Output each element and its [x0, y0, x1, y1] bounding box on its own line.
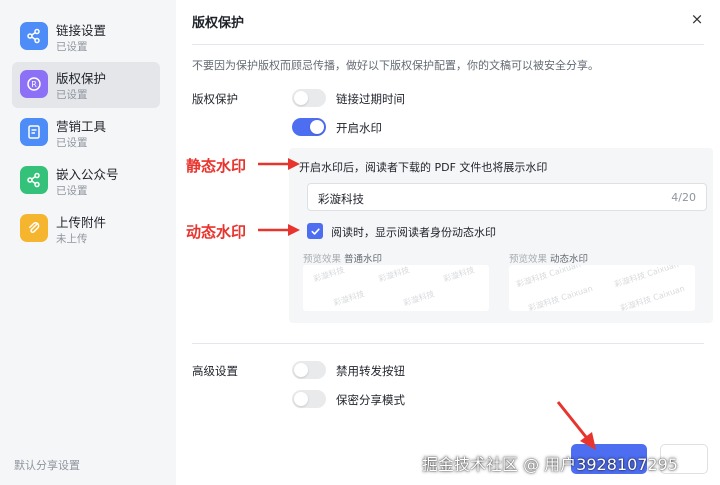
preview-ghost-text: 彩漩科技 Caixuan — [515, 265, 582, 290]
dynamic-watermark-checkbox[interactable] — [307, 223, 323, 239]
sidebar-item-status: 已设置 — [56, 185, 88, 197]
sidebar-item-status: 未上传 — [56, 233, 88, 245]
share-icon — [20, 22, 48, 50]
divider — [192, 343, 704, 344]
dynamic-watermark-annotation: 动态水印 — [186, 223, 247, 241]
watermark-toggle[interactable] — [292, 118, 326, 136]
preview-dynamic-label: 动态水印 — [550, 254, 589, 265]
static-watermark-annotation: 静态水印 — [186, 157, 247, 175]
sidebar-item-label: 上传附件 — [56, 215, 107, 230]
close-icon[interactable]: × — [688, 10, 706, 28]
description: 不要因为保护版权而顾忌传播，做好以下版权保护配置，你的文稿可以被安全分享。 — [192, 59, 599, 72]
sidebar-item-label: 营销工具 — [56, 119, 107, 134]
preview-prefix: 预览效果 — [509, 254, 548, 265]
share-settings-dialog: 链接设置 已设置 R 版权保护 已设置 营销工具 已设置 嵌入公众号 已设置 上… — [0, 0, 720, 485]
watermark-input-value: 彩漩科技 — [318, 192, 364, 206]
default-share-settings-link[interactable]: 默认分享设置 — [14, 457, 80, 473]
main-panel: 版权保护 × 不要因为保护版权而顾忌传播，做好以下版权保护配置，你的文稿可以被安… — [176, 0, 720, 485]
sidebar-item-attachments[interactable]: 上传附件 未上传 — [12, 206, 160, 252]
watermark-panel: 开启水印后，阅读者下载的 PDF 文件也将展示水印 彩漩科技 4/20 阅读时，… — [289, 148, 713, 323]
sidebar-item-status: 已设置 — [56, 137, 88, 149]
preview-ghost-text: 彩漩科技 — [402, 289, 436, 308]
sidebar-item-status: 已设置 — [56, 89, 88, 101]
sidebar: 链接设置 已设置 R 版权保护 已设置 营销工具 已设置 嵌入公众号 已设置 上… — [0, 0, 176, 485]
preview-normal-box: 彩漩科技 彩漩科技 彩漩科技 彩漩科技 彩漩科技 — [303, 265, 489, 311]
preview-ghost-text: 彩漩科技 — [332, 289, 366, 308]
paperclip-icon — [20, 214, 48, 242]
watermark-note: 开启水印后，阅读者下载的 PDF 文件也将展示水印 — [299, 161, 548, 174]
page-title: 版权保护 — [192, 16, 245, 31]
sidebar-item-embed-wechat[interactable]: 嵌入公众号 已设置 — [12, 158, 160, 204]
preview-ghost-text: 彩漩科技 Caixuan — [619, 283, 686, 311]
dynamic-watermark-label: 阅读时，显示阅读者身份动态水印 — [331, 226, 496, 239]
private-share-toggle[interactable] — [292, 390, 326, 408]
preview-dynamic-caption: 预览效果 动态水印 — [509, 251, 588, 265]
copyright-section-label: 版权保护 — [192, 92, 238, 106]
preview-ghost-text: 彩漩科技 — [312, 265, 346, 284]
disable-forward-toggle[interactable] — [292, 361, 326, 379]
svg-text:R: R — [31, 80, 37, 89]
preview-normal-label: 普通水印 — [344, 254, 383, 265]
watermark-label: 开启水印 — [336, 121, 382, 135]
sidebar-item-status: 已设置 — [56, 41, 88, 53]
sidebar-item-copyright[interactable]: R 版权保护 已设置 — [12, 62, 160, 108]
sidebar-item-label: 嵌入公众号 — [56, 167, 119, 182]
preview-dynamic-box: 彩漩科技 Caixuan 彩漩科技 Caixuan 彩漩科技 Caixuan 彩… — [509, 265, 695, 311]
preview-ghost-text: 彩漩科技 — [442, 265, 476, 284]
divider — [192, 44, 704, 45]
copyright-icon: R — [20, 70, 48, 98]
sidebar-item-label: 版权保护 — [56, 71, 107, 86]
preview-normal-caption: 预览效果 普通水印 — [303, 251, 382, 265]
share-icon — [20, 166, 48, 194]
preview-ghost-text: 彩漩科技 — [377, 265, 411, 284]
watermark-text-input[interactable]: 彩漩科技 4/20 — [307, 183, 707, 211]
private-share-label: 保密分享模式 — [336, 393, 405, 407]
sidebar-item-link-settings[interactable]: 链接设置 已设置 — [12, 14, 160, 60]
preview-prefix: 预览效果 — [303, 254, 342, 265]
link-expire-label: 链接过期时间 — [336, 92, 405, 106]
sidebar-item-marketing[interactable]: 营销工具 已设置 — [12, 110, 160, 156]
disable-forward-label: 禁用转发按钮 — [336, 364, 405, 378]
link-expire-toggle[interactable] — [292, 89, 326, 107]
checkmark-icon — [310, 227, 320, 235]
advanced-section-label: 高级设置 — [192, 364, 238, 378]
document-icon — [20, 118, 48, 146]
char-counter: 4/20 — [671, 191, 696, 204]
preview-ghost-text: 彩漩科技 Caixuan — [527, 283, 594, 311]
sidebar-item-label: 链接设置 — [56, 23, 107, 38]
site-watermark: 掘金技术社区 @ 用户3928107295 — [422, 455, 678, 474]
